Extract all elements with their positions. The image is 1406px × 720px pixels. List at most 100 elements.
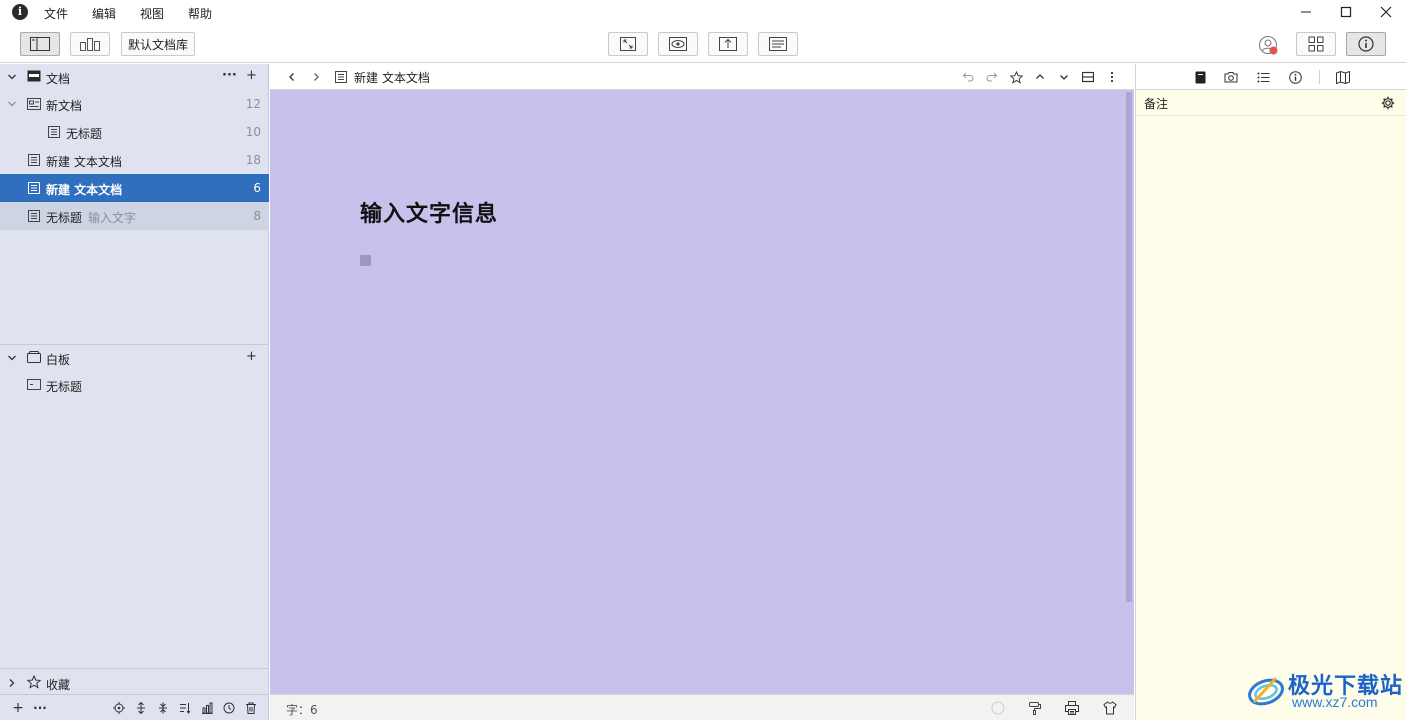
favorite-button[interactable] (1009, 70, 1023, 84)
favorites-section-header[interactable]: 收藏 (0, 670, 269, 696)
tree-item-label: 新建 文本文档 (46, 155, 122, 169)
document-heading[interactable]: 输入文字信息 (360, 196, 498, 228)
forward-button[interactable] (309, 70, 323, 84)
editor-more-button[interactable] (1105, 70, 1119, 84)
minimize-icon (1301, 11, 1311, 13)
maximize-icon (1340, 6, 1352, 18)
editor-scrollbar[interactable] (1126, 92, 1132, 602)
folder-doc-icon (27, 98, 41, 110)
split-view-button[interactable] (1081, 70, 1095, 84)
account-button[interactable] (1258, 35, 1278, 55)
tree-item-doc[interactable]: 无标题 10 (0, 118, 269, 146)
chevron-right-icon (314, 73, 319, 81)
tab-map[interactable] (1336, 70, 1350, 84)
tree-item-doc[interactable]: 无标题 输入文字 8 (0, 202, 269, 230)
corkboard-icon (80, 38, 100, 51)
tree-item-count: 6 (253, 181, 261, 195)
minimize-button[interactable] (1286, 0, 1326, 24)
tab-notes[interactable] (1193, 70, 1207, 84)
export-button[interactable] (708, 32, 748, 56)
chevron-down-icon[interactable] (7, 72, 17, 82)
document-icon (48, 126, 60, 138)
next-doc-button[interactable] (1057, 70, 1071, 84)
history-button[interactable] (222, 701, 236, 715)
info-icon (1288, 70, 1302, 84)
notebook-icon (1195, 71, 1205, 83)
target-progress-button[interactable] (990, 700, 1006, 716)
trash-button[interactable] (244, 701, 258, 715)
whiteboard-section-header[interactable]: 白板 + (0, 345, 269, 371)
documents-more-button[interactable]: ··· (222, 68, 237, 83)
info-icon (1358, 36, 1374, 52)
tree-item-doc-selected[interactable]: 新建 文本文档 6 (0, 174, 269, 202)
undo-button[interactable] (961, 70, 975, 84)
back-button[interactable] (285, 70, 299, 84)
documents-add-button[interactable]: + (246, 68, 257, 83)
tree-item-folder[interactable]: 新文档 12 (0, 90, 269, 118)
statistics-button[interactable] (200, 701, 214, 715)
outline-button[interactable] (758, 32, 798, 56)
documents-section-header[interactable]: 文档 ··· + (0, 64, 269, 90)
toggle-sidebar-button[interactable] (20, 32, 60, 56)
corkboard-button[interactable] (70, 32, 110, 56)
board-icon (27, 379, 41, 390)
tree-item-label: 无标题 (66, 127, 103, 141)
tree-item-count: 8 (253, 209, 261, 223)
locate-button[interactable] (112, 701, 126, 715)
redo-button[interactable] (985, 70, 999, 84)
library-selector[interactable]: 默认文档库 (121, 32, 196, 56)
whiteboard-item[interactable]: 无标题 (0, 371, 269, 399)
sidebar-layout-icon (30, 37, 50, 51)
previous-doc-button[interactable] (1033, 70, 1047, 84)
notes-area[interactable] (1136, 116, 1406, 716)
paint-roller-icon (1029, 702, 1041, 715)
expand-all-button[interactable] (134, 701, 148, 715)
document-type-icon (334, 70, 348, 84)
view-mode-button[interactable] (1296, 32, 1336, 56)
tab-info[interactable] (1288, 70, 1302, 84)
sort-icon (180, 703, 191, 714)
menu-file[interactable]: 文件 (44, 5, 68, 22)
menu-bar: i 文件 编辑 视图 帮助 (0, 0, 1406, 26)
editor: 新建 文本文档 输入文字信息 字：6 (270, 64, 1134, 720)
printer-icon (1065, 701, 1079, 715)
tree-item-label: 新文档 (46, 99, 83, 113)
trash-icon (246, 702, 256, 714)
watermark-url: www.xz7.com (1292, 694, 1378, 710)
print-button[interactable] (1064, 700, 1080, 716)
close-window-button[interactable] (1366, 0, 1406, 24)
focus-mode-button[interactable] (608, 32, 648, 56)
collapse-all-button[interactable] (156, 701, 170, 715)
word-count[interactable]: 字：6 (286, 701, 318, 718)
document-title: 新建 文本文档 (354, 71, 430, 85)
menu-view[interactable]: 视图 (140, 5, 164, 22)
tab-snapshots[interactable] (1224, 70, 1238, 84)
chart-icon (202, 702, 213, 714)
menu-edit[interactable]: 编辑 (92, 5, 116, 22)
footer-add-button[interactable]: + (11, 700, 25, 716)
whiteboard-add-button[interactable]: + (246, 349, 257, 364)
tab-outline[interactable] (1256, 70, 1270, 84)
chevron-down-icon[interactable] (7, 99, 17, 109)
document-icon (335, 71, 347, 83)
footer-more-button[interactable]: ··· (33, 701, 47, 715)
theme-button[interactable] (1102, 700, 1118, 716)
maximize-button[interactable] (1326, 0, 1366, 24)
chevron-right-icon[interactable] (7, 678, 17, 688)
gear-icon[interactable] (1381, 96, 1395, 110)
chevron-down-icon[interactable] (7, 353, 17, 363)
favorites-section-title: 收藏 (46, 678, 71, 692)
preview-button[interactable] (658, 32, 698, 56)
eye-icon (669, 37, 687, 51)
tree-item-doc[interactable]: 新建 文本文档 18 (0, 146, 269, 174)
text-cursor-marker[interactable] (360, 255, 371, 266)
whiteboard-icon (27, 351, 41, 363)
menu-help[interactable]: 帮助 (188, 5, 212, 22)
sort-button[interactable] (178, 701, 192, 715)
editor-header: 新建 文本文档 (270, 64, 1134, 90)
format-painter-button[interactable] (1027, 700, 1043, 716)
app-logo-icon[interactable]: i (12, 4, 28, 20)
inspector-toggle-button[interactable] (1346, 32, 1386, 56)
tree-item-title: 无标题 (46, 211, 83, 225)
text-lines-icon (769, 37, 787, 51)
